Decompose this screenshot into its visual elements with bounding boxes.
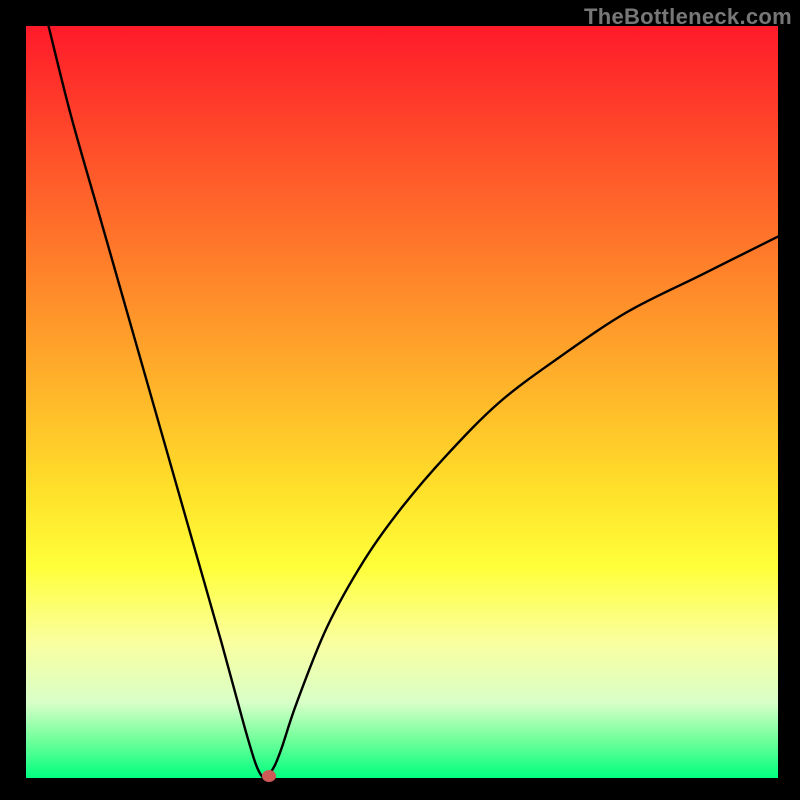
chart-frame: TheBottleneck.com xyxy=(0,0,800,800)
bottleneck-curve-path xyxy=(49,26,778,778)
min-marker-dot xyxy=(262,770,276,782)
watermark-text: TheBottleneck.com xyxy=(584,4,792,30)
plot-area xyxy=(26,26,778,778)
curve-svg xyxy=(26,26,778,778)
